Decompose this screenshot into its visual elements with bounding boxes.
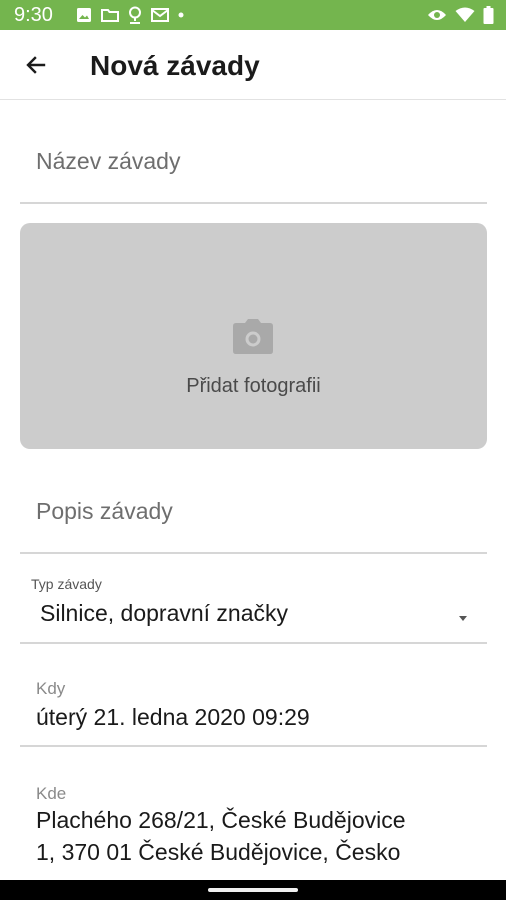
field-underline <box>20 552 487 554</box>
arrow-left-icon <box>26 56 46 74</box>
field-underline <box>20 202 487 204</box>
status-time: 9:30 <box>14 4 53 26</box>
field-underline <box>20 745 487 747</box>
eye-icon <box>428 10 446 20</box>
dropdown-arrow-icon <box>459 616 467 621</box>
when-label: Kdy <box>36 679 66 698</box>
battery-icon <box>483 6 494 24</box>
system-icons <box>427 5 494 25</box>
folder-icon <box>101 9 119 22</box>
back-button[interactable] <box>14 43 58 87</box>
defect-name-input[interactable] <box>36 144 476 178</box>
description-input[interactable] <box>36 494 476 528</box>
defect-type-select[interactable]: Typ závady Silnice, dopravní značky <box>20 572 487 644</box>
mail-icon <box>151 8 169 22</box>
status-bar: 9:30 <box>0 0 506 30</box>
home-handle[interactable] <box>208 888 298 892</box>
where-field[interactable]: Kde Plachého 268/21, České Budějovice 1,… <box>20 780 487 882</box>
notification-icons <box>76 6 184 24</box>
field-underline <box>20 642 487 644</box>
page-title: Nová závady <box>90 50 260 81</box>
navigation-bar <box>0 880 506 900</box>
defect-name-field[interactable] <box>20 128 487 204</box>
description-field[interactable] <box>20 478 487 554</box>
where-address-line1: Plachého 268/21, České Budějovice <box>36 807 406 833</box>
defect-type-label: Typ závady <box>31 576 102 592</box>
camera-icon <box>233 319 273 354</box>
where-label: Kde <box>36 784 67 803</box>
dot-icon <box>178 12 184 18</box>
when-value: úterý 21. ledna 2020 09:29 <box>36 704 310 730</box>
defect-type-value: Silnice, dopravní značky <box>40 600 289 626</box>
app-bar: Nová závady <box>0 30 506 100</box>
when-field[interactable]: Kdy úterý 21. ledna 2020 09:29 <box>20 675 487 747</box>
add-photo-label: Přidat fotografii <box>186 375 321 397</box>
image-icon <box>77 8 91 22</box>
add-photo-button[interactable]: Přidat fotografii <box>20 223 487 449</box>
location-icon <box>129 6 141 24</box>
wifi-icon <box>455 7 475 22</box>
where-address-line2: 1, 370 01 České Budějovice, Česko <box>36 839 401 865</box>
